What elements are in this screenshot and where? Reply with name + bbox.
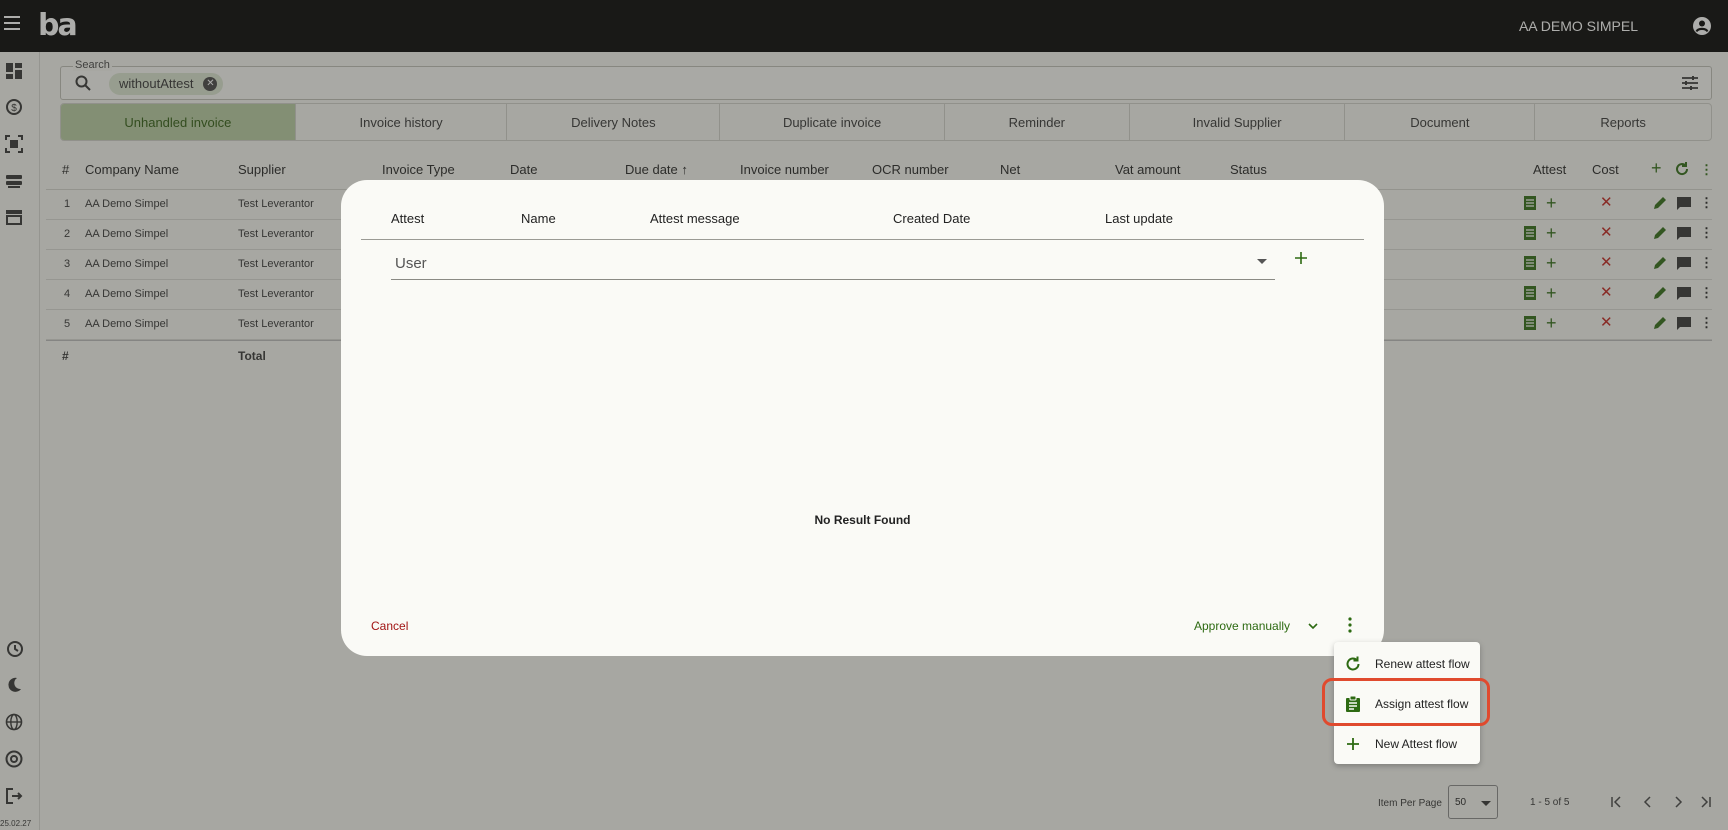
dialog-col-created-date: Created Date xyxy=(893,211,971,226)
dialog-col-name: Name xyxy=(521,211,556,226)
refresh-icon xyxy=(1346,656,1360,671)
plus-icon xyxy=(1347,738,1359,750)
add-user-icon[interactable] xyxy=(1293,250,1309,266)
dialog-col-last-update: Last update xyxy=(1105,211,1173,226)
approve-manually-button[interactable]: Approve manually xyxy=(1194,619,1290,633)
dialog-col-attest-message: Attest message xyxy=(650,211,740,226)
cancel-button[interactable]: Cancel xyxy=(371,619,408,633)
dropdown-arrow-icon xyxy=(1257,259,1267,264)
dialog-table-header: Attest Name Attest message Created Date … xyxy=(361,198,1364,240)
menu-item-label: Renew attest flow xyxy=(1375,657,1470,671)
attest-flow-dialog: Attest Name Attest message Created Date … xyxy=(341,180,1384,656)
chevron-down-icon[interactable] xyxy=(1307,620,1319,632)
user-select-label: User xyxy=(395,255,427,272)
menu-item-label: New Attest flow xyxy=(1375,737,1458,751)
dialog-col-attest: Attest xyxy=(391,211,425,226)
menu-item-new-attest-flow[interactable]: New Attest flow xyxy=(1334,724,1480,764)
user-select[interactable]: User xyxy=(391,245,1275,280)
highlight-annotation xyxy=(1322,678,1490,726)
empty-state-message: No Result Found xyxy=(814,513,911,527)
more-options-icon[interactable] xyxy=(1347,617,1353,633)
